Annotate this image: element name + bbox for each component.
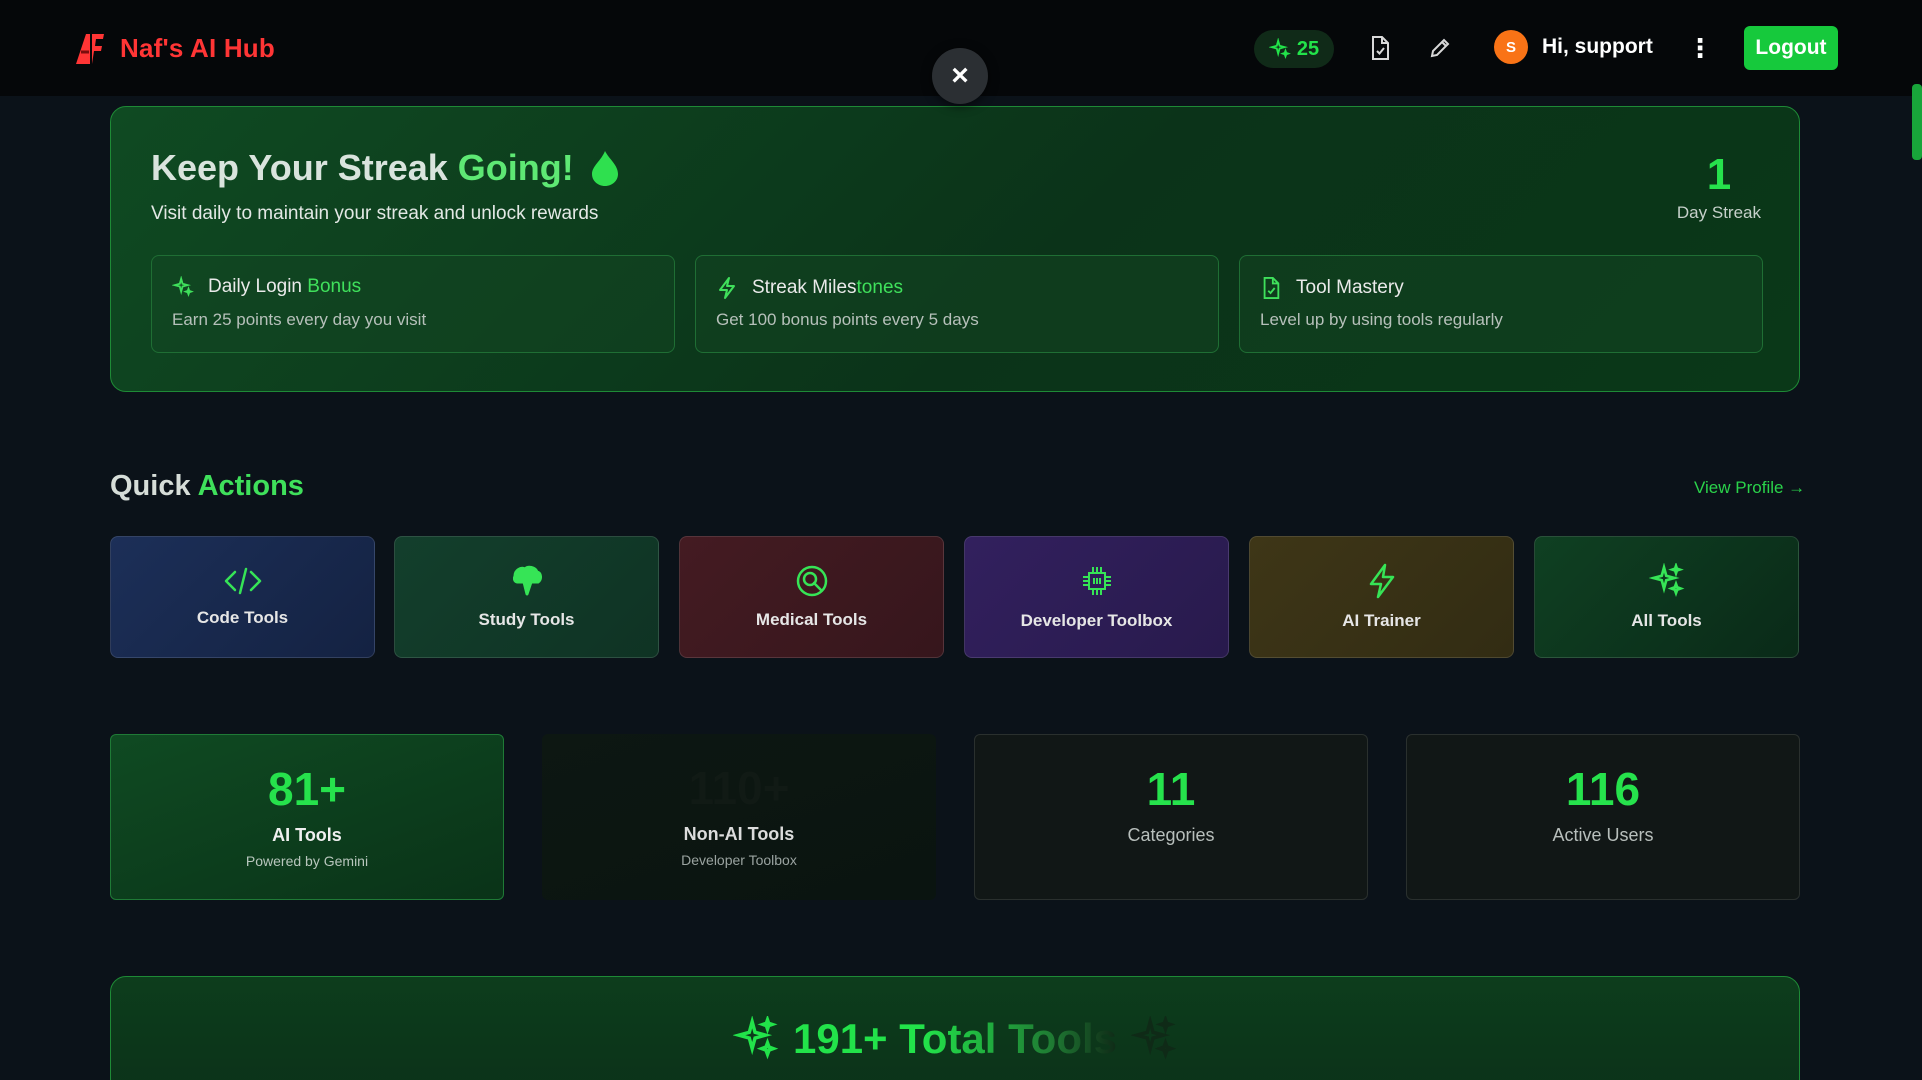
streak-title-text: Keep Your Streak — [151, 147, 458, 188]
chip-icon — [1082, 567, 1111, 595]
feature-title: Tool Mastery — [1296, 277, 1404, 298]
scrollbar-thumb[interactable] — [1912, 84, 1922, 160]
stat-categories: 11 Categories — [974, 734, 1368, 900]
code-icon — [224, 567, 261, 595]
streak-subtitle: Visit daily to maintain your streak and … — [151, 203, 599, 224]
quick-action-label: Medical Tools — [755, 610, 868, 629]
feature-desc: Earn 25 points every day you visit — [172, 310, 427, 329]
close-icon[interactable]: × — [932, 48, 988, 104]
stat-sub: Developer Toolbox — [681, 852, 797, 868]
sparkles-icon — [1648, 563, 1684, 597]
lightning-icon — [719, 277, 735, 299]
points-value: 25 — [1296, 37, 1320, 60]
streak-count-value: 1 — [1706, 150, 1732, 199]
quick-action-ai-trainer[interactable]: AI Trainer — [1249, 536, 1514, 658]
document-icon — [1372, 36, 1389, 60]
quick-action-all-tools[interactable]: All Tools — [1534, 536, 1799, 658]
logo-icon — [76, 34, 104, 64]
lightning-icon — [1369, 563, 1394, 599]
stat-label: Active Users — [1552, 825, 1654, 845]
brain-icon — [512, 565, 542, 596]
stat-sub: Powered by Gemini — [245, 853, 369, 869]
sparkle-icon — [172, 276, 194, 298]
feature-title-accent: Bonus — [307, 276, 362, 297]
total-tools-banner: 191+ Total Tools — [110, 976, 1800, 1080]
sparkles-icon — [732, 1016, 779, 1060]
feature-title: Daily Login — [208, 276, 308, 297]
quick-actions-title-accent: Actions — [197, 470, 304, 502]
flame-icon — [591, 151, 618, 186]
feature-tool-mastery: Tool Mastery Level up by using tools reg… — [1239, 255, 1763, 353]
quick-action-label: AI Trainer — [1342, 611, 1421, 630]
streak-title: Keep Your Streak Going! — [151, 147, 620, 189]
quick-action-label: Developer Toolbox — [1020, 611, 1173, 630]
points-badge[interactable]: 25 — [1254, 30, 1334, 68]
stat-value: 116 — [1565, 763, 1641, 815]
edit-button[interactable] — [1424, 32, 1456, 64]
quick-action-code-tools[interactable]: Code Tools — [110, 536, 375, 658]
quick-action-developer-toolbox[interactable]: Developer Toolbox — [964, 536, 1229, 658]
streak-card: Keep Your Streak Going! Visit daily to m… — [110, 106, 1800, 392]
feature-streak-milestones: Streak Milestones Get 100 bonus points e… — [695, 255, 1219, 353]
user-greeting: Hi, support — [1542, 35, 1653, 58]
feature-desc: Get 100 bonus points every 5 days — [716, 310, 979, 329]
feature-daily-login: Daily Login Bonus Earn 25 points every d… — [151, 255, 675, 353]
streak-counter: 1 Day Streak — [1677, 151, 1761, 223]
stat-non-ai-tools: 110+ Non-AI Tools Developer Toolbox — [542, 734, 936, 900]
document-button[interactable] — [1364, 32, 1396, 64]
quick-action-medical-tools[interactable]: Medical Tools — [679, 536, 944, 658]
view-profile-link[interactable]: View Profile → — [1694, 478, 1805, 498]
streak-title-accent: Going! — [457, 147, 574, 188]
logout-button[interactable]: Logout — [1744, 26, 1838, 70]
user-menu[interactable]: S Hi, support — [1494, 30, 1653, 64]
pencil-icon — [1430, 38, 1450, 58]
stat-label: Categories — [1127, 825, 1215, 845]
total-tools-text: 191+ Total Tools — [792, 1015, 1118, 1062]
quick-actions-title-text: Quick — [110, 470, 198, 502]
feature-desc: Level up by using tools regularly — [1260, 310, 1503, 329]
brand[interactable]: Naf's AI Hub — [72, 30, 275, 66]
stat-ai-tools: 81+ AI Tools Powered by Gemini — [110, 734, 504, 900]
stat-value: 81+ — [267, 763, 347, 815]
quick-actions-title: Quick Actions — [110, 470, 304, 503]
stat-label: AI Tools — [272, 825, 342, 845]
feature-title: Streak Miles — [752, 277, 857, 298]
quick-action-label: Code Tools — [196, 608, 289, 627]
stethoscope-icon — [796, 565, 827, 597]
stat-value: 11 — [1146, 763, 1196, 815]
stat-value: 110+ — [688, 762, 790, 814]
kebab-menu-icon[interactable]: ⋮ — [1687, 32, 1713, 64]
quick-action-label: Study Tools — [478, 610, 575, 629]
quick-action-label: All Tools — [1631, 611, 1702, 630]
quick-action-study-tools[interactable]: Study Tools — [394, 536, 659, 658]
sparkle-icon — [1268, 38, 1291, 60]
feature-title-accent: tones — [856, 277, 904, 298]
stat-label: Non-AI Tools — [683, 824, 795, 844]
avatar: S — [1494, 30, 1528, 64]
brand-name: Naf's AI Hub — [120, 32, 275, 63]
sparkles-icon — [1131, 1016, 1177, 1060]
stat-active-users: 116 Active Users — [1406, 734, 1800, 900]
streak-count-label: Day Streak — [1676, 203, 1761, 222]
document-check-icon — [1263, 277, 1280, 299]
